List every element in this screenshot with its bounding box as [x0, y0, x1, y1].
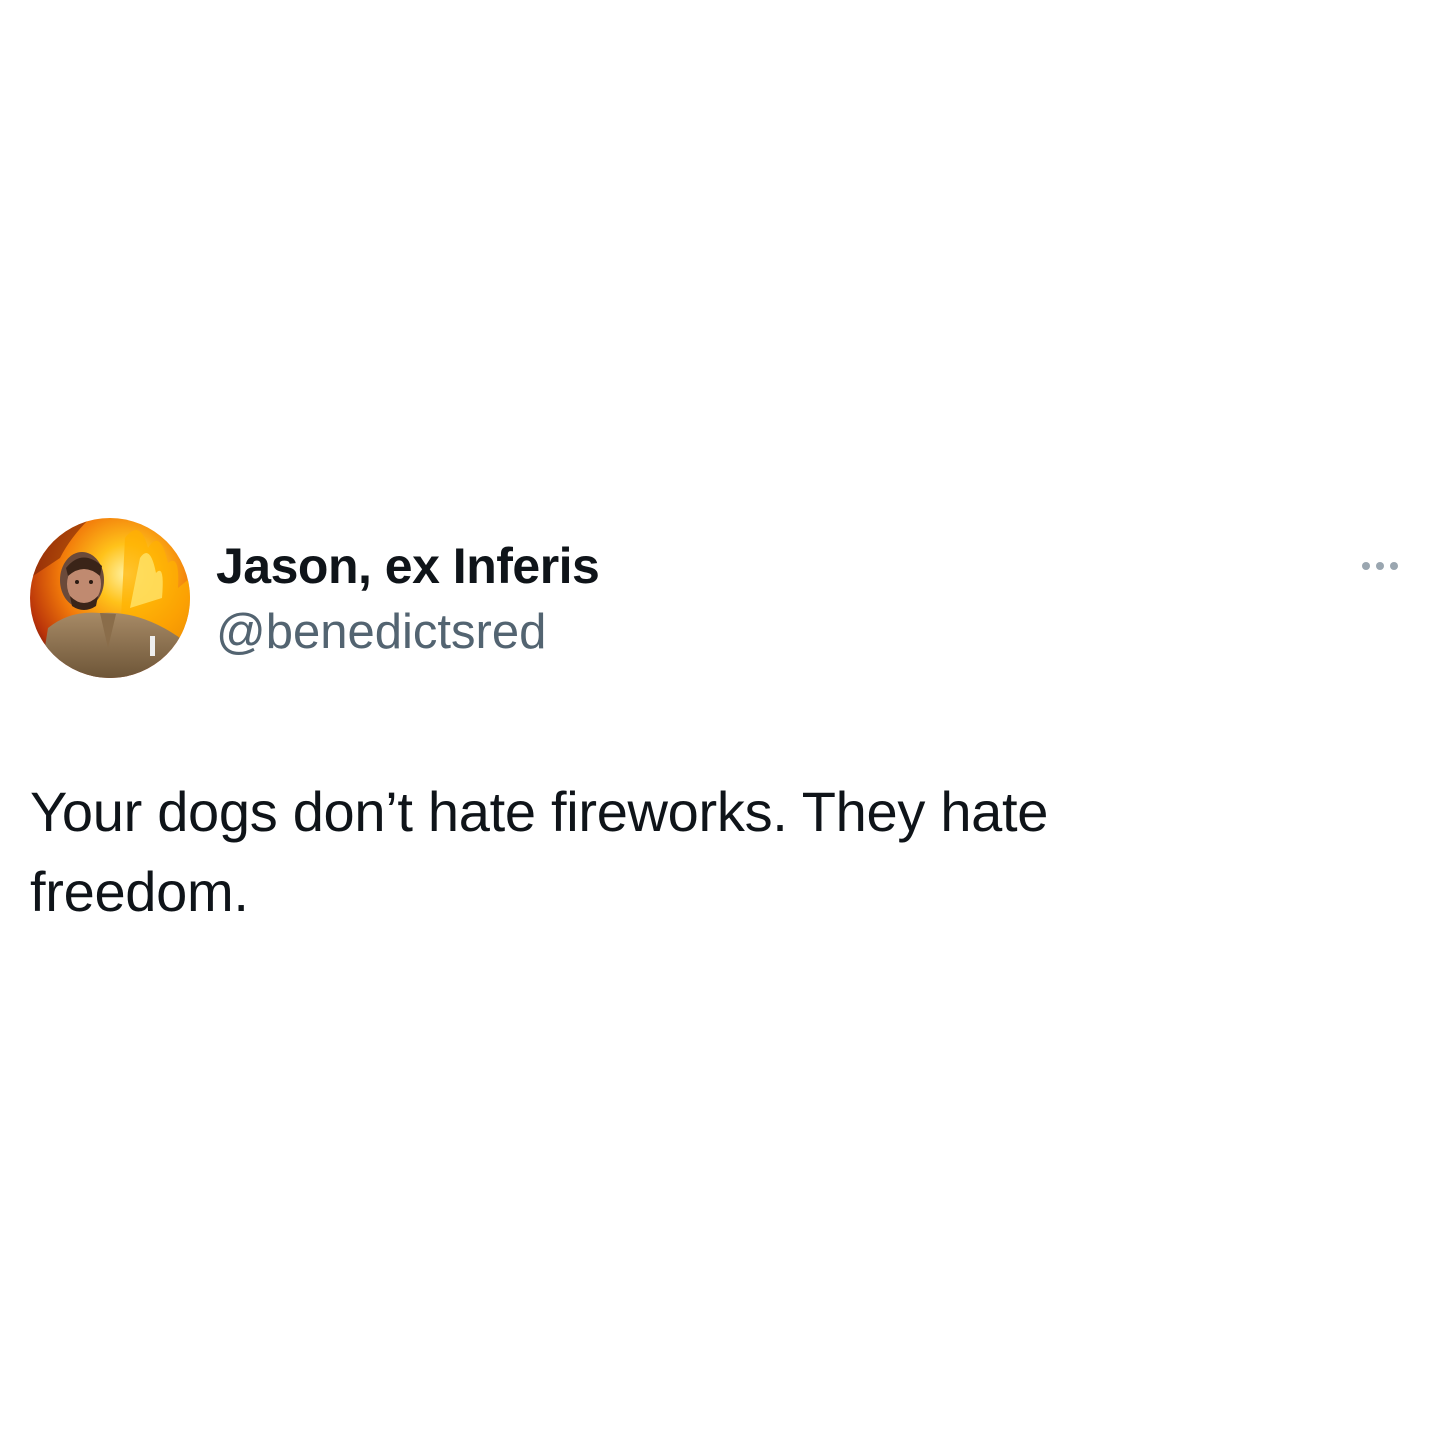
more-options-icon	[1390, 562, 1398, 570]
tweet-text: Your dogs don’t hate fireworks. They hat…	[30, 780, 1049, 923]
author-display-name[interactable]: Jason, ex Inferis	[216, 536, 600, 596]
tweet-card: Jason, ex Inferis @benedictsred Your dog…	[0, 0, 1440, 1440]
author-handle[interactable]: @benedictsred	[216, 602, 546, 662]
more-options-button[interactable]	[1350, 548, 1410, 584]
profile-photo-icon	[30, 518, 190, 678]
avatar[interactable]	[30, 518, 190, 678]
more-options-icon	[1376, 562, 1384, 570]
more-options-icon	[1362, 562, 1370, 570]
